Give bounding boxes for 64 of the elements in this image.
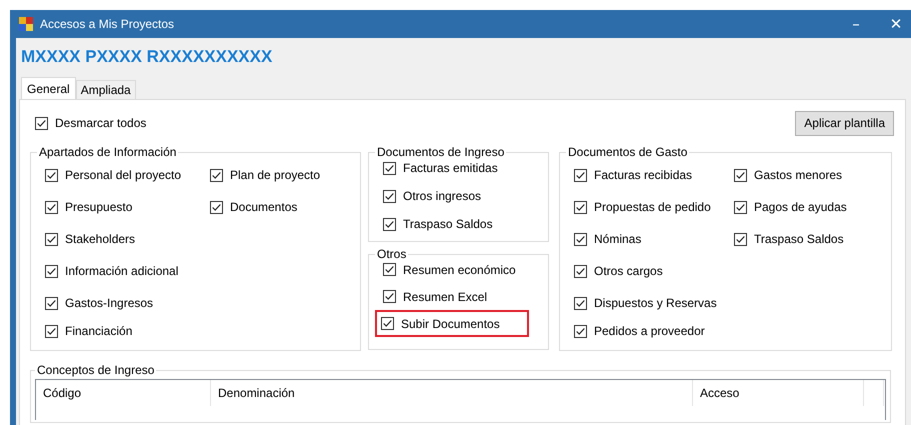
checkbox-label: Facturas emitidas (403, 161, 498, 175)
checkbox[interactable] (574, 168, 587, 182)
checkbox[interactable] (381, 317, 394, 330)
group-title: Otros (376, 247, 408, 261)
column-header[interactable]: Denominación (211, 380, 693, 406)
checkbox-label: Otros ingresos (403, 189, 482, 203)
checkbox[interactable] (210, 168, 223, 182)
group-title: Apartados de Información (38, 145, 178, 159)
checkbox[interactable] (574, 324, 587, 338)
checkbox[interactable] (734, 200, 747, 214)
minimize-button[interactable]: – (836, 10, 876, 38)
checkbox[interactable] (574, 200, 587, 214)
checkbox-label: Presupuesto (65, 200, 132, 214)
checkbox-label: Resumen económico (403, 262, 516, 276)
checkbox[interactable] (383, 290, 396, 303)
checkbox[interactable] (45, 324, 58, 338)
window-title: Accesos a Mis Proyectos (40, 17, 174, 31)
checkbox[interactable] (45, 200, 58, 214)
checkbox-label: Nóminas (594, 232, 642, 246)
group-title: Conceptos de Ingreso (36, 363, 156, 377)
column-header[interactable]: Acceso (693, 380, 864, 406)
group-title: Documentos de Gasto (567, 145, 688, 159)
checkbox-label: Gastos menores (754, 168, 842, 182)
close-button[interactable]: ✕ (876, 10, 911, 38)
checkbox-label: Desmarcar todos (55, 116, 146, 130)
app-icon (18, 16, 34, 32)
checkbox[interactable] (383, 162, 396, 174)
checkbox[interactable] (574, 296, 587, 310)
checkbox-label: Traspaso Saldos (403, 217, 493, 231)
checkbox[interactable] (45, 232, 58, 246)
checkbox-label: Pedidos a proveedor (594, 324, 705, 338)
checkbox-label: Personal del proyecto (65, 168, 182, 182)
column-header[interactable]: Código (36, 380, 211, 406)
checkbox-label: Propuestas de pedido (594, 200, 711, 214)
checkbox[interactable] (383, 190, 396, 202)
group-title: Documentos de Ingreso (376, 145, 506, 159)
checkbox[interactable] (574, 232, 587, 246)
checkbox-label: Subir Documentos (401, 316, 500, 330)
checkbox-label: Otros cargos (594, 264, 663, 278)
checkbox[interactable] (45, 168, 58, 182)
tab[interactable]: General (21, 77, 76, 99)
tab[interactable]: Ampliada (76, 80, 136, 99)
apply-template-button[interactable]: Aplicar plantilla (795, 110, 894, 136)
checkbox-label: Documentos (230, 200, 298, 214)
checkbox[interactable] (383, 263, 396, 276)
checkbox-label: Información adicional (65, 264, 178, 278)
checkbox-label: Gastos-Ingresos (65, 296, 154, 310)
checkbox-label: Plan de proyecto (230, 168, 320, 182)
checkbox[interactable] (383, 218, 396, 230)
checkbox-label: Stakeholders (65, 232, 136, 246)
checkbox[interactable] (35, 116, 48, 130)
checkbox[interactable] (574, 264, 587, 278)
checkbox-label: Resumen Excel (403, 290, 488, 304)
checkbox-label: Financiación (65, 324, 132, 338)
checkbox-label: Pagos de ayudas (754, 200, 847, 214)
checkbox[interactable] (210, 200, 223, 214)
checkbox[interactable] (45, 296, 58, 310)
checkbox[interactable] (45, 264, 58, 278)
checkbox-label: Dispuestos y Reservas (594, 296, 717, 310)
checkbox[interactable] (734, 232, 747, 246)
checkbox[interactable] (734, 168, 747, 182)
project-name: MXXXX PXXXX RXXXXXXXXXX (20, 46, 274, 68)
checkbox-label: Traspaso Saldos (754, 232, 844, 246)
checkbox-label: Facturas recibidas (594, 168, 692, 182)
